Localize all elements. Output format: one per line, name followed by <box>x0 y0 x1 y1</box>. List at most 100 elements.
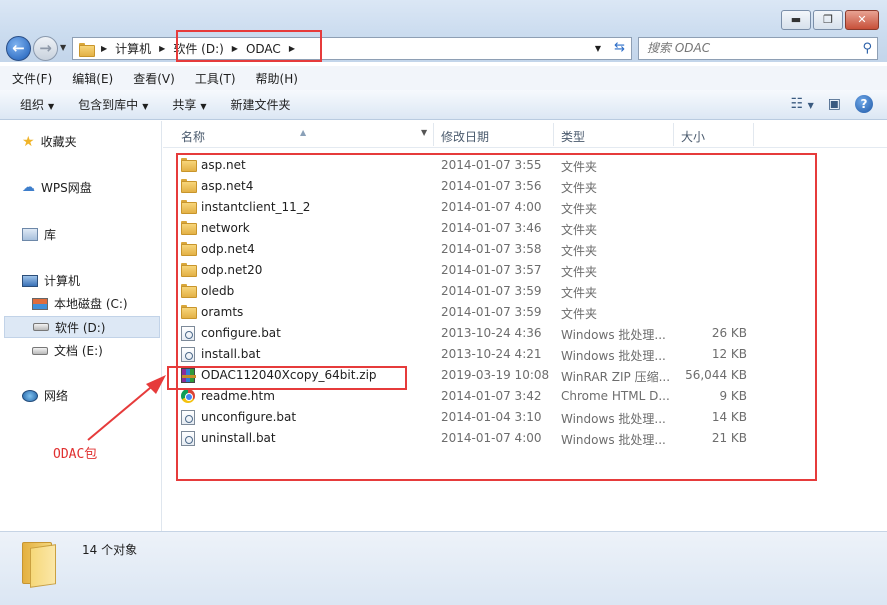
file-row[interactable]: asp.net 2014-01-07 3:55 文件夹 <box>163 155 887 176</box>
breadcrumb: ▶ 计算机 ▶ 软件 (D:) ▶ ODAC ▶ <box>101 40 295 57</box>
file-name: asp.net4 <box>201 179 254 193</box>
star-icon: ★ <box>22 133 35 150</box>
folder-icon <box>181 263 197 277</box>
view-options-icon[interactable]: ☷ ▼ <box>791 96 814 112</box>
file-date: 2014-01-07 3:55 <box>441 158 542 172</box>
menu-view[interactable]: 查看(V) <box>133 70 175 87</box>
file-type: Windows 批处理... <box>561 328 666 342</box>
folder-icon <box>181 179 197 193</box>
column-divider[interactable] <box>673 123 674 146</box>
file-date: 2014-01-07 3:42 <box>441 389 542 403</box>
file-date: 2019-03-19 10:08 <box>441 368 550 382</box>
column-type[interactable]: 类型 <box>561 128 585 145</box>
nav-wps-cloud[interactable]: ☁ WPS网盘 <box>22 179 92 196</box>
file-row[interactable]: oledb 2014-01-07 3:59 文件夹 <box>163 281 887 302</box>
file-row[interactable]: configure.bat 2013-10-24 4:36 Windows 批处理.… <box>163 323 887 344</box>
menu-edit[interactable]: 编辑(E) <box>72 70 113 87</box>
column-divider[interactable] <box>753 123 754 146</box>
nav-network[interactable]: 网络 <box>22 387 68 404</box>
back-button[interactable]: ← <box>6 36 31 61</box>
share-button[interactable]: 共享 ▼ <box>172 96 206 113</box>
column-filter-icon[interactable]: ▼ <box>421 128 427 137</box>
menu-help[interactable]: 帮助(H) <box>256 70 298 87</box>
column-name[interactable]: 名称 <box>181 128 205 145</box>
file-row[interactable]: unconfigure.bat 2014-01-04 3:10 Windows 批处… <box>163 407 887 428</box>
search-icon[interactable]: ⚲ <box>862 41 872 56</box>
file-name: odp.net20 <box>201 263 263 277</box>
annotation-label: ODAC包 <box>53 447 98 462</box>
network-icon <box>22 389 38 402</box>
file-type: 文件夹 <box>561 223 598 237</box>
nav-drive-e[interactable]: 文档 (E:) <box>32 342 103 359</box>
help-icon[interactable]: ? <box>855 95 873 113</box>
refresh-icon[interactable]: ⇆ <box>614 40 625 55</box>
chevron-right-icon[interactable]: ▶ <box>232 44 238 53</box>
file-name: oledb <box>201 284 235 298</box>
drive-icon <box>32 346 48 355</box>
column-date[interactable]: 修改日期 <box>441 128 489 145</box>
file-type: Windows 批处理... <box>561 433 666 447</box>
file-row[interactable]: odp.net4 2014-01-07 3:58 文件夹 <box>163 239 887 260</box>
sort-ascending-icon: ▲ <box>300 128 307 137</box>
file-row[interactable]: instantclient_11_2 2014-01-07 4:00 文件夹 <box>163 197 887 218</box>
column-size[interactable]: 大小 <box>681 128 705 145</box>
organize-button[interactable]: 组织 ▼ <box>20 96 54 113</box>
recent-pages-dropdown[interactable]: ▼ <box>60 43 66 52</box>
nav-drive-e-label: 文档 (E:) <box>54 344 103 358</box>
address-dropdown-icon[interactable]: ▼ <box>595 44 601 53</box>
file-size: 26 KB <box>711 326 747 340</box>
nav-drive-d[interactable]: 软件 (D:) <box>4 316 160 338</box>
file-row[interactable]: uninstall.bat 2014-01-07 4:00 Windows 批处理.… <box>163 428 887 449</box>
folder-icon <box>79 42 95 57</box>
file-size: 56,044 KB <box>685 368 747 382</box>
file-type: 文件夹 <box>561 307 598 321</box>
address-bar[interactable]: ▶ 计算机 ▶ 软件 (D:) ▶ ODAC ▶ ▼ ⇆ <box>72 37 632 60</box>
nav-favorites[interactable]: ★ 收藏夹 <box>22 133 77 150</box>
chevron-right-icon[interactable]: ▶ <box>101 44 107 53</box>
breadcrumb-computer[interactable]: 计算机 <box>115 40 151 57</box>
chevron-right-icon[interactable]: ▶ <box>289 44 295 53</box>
nav-favorites-label: 收藏夹 <box>40 135 77 149</box>
nav-computer[interactable]: 计算机 <box>22 272 80 289</box>
organize-label: 组织 <box>20 98 45 112</box>
maximize-button[interactable]: ❐ <box>813 10 843 30</box>
column-divider[interactable] <box>433 123 434 146</box>
nav-library[interactable]: 库 <box>22 226 56 243</box>
nav-network-label: 网络 <box>44 389 69 403</box>
breadcrumb-drive-d[interactable]: 软件 (D:) <box>173 40 223 57</box>
file-row[interactable]: network 2014-01-07 3:46 文件夹 <box>163 218 887 239</box>
file-size: 9 KB <box>719 389 747 403</box>
close-button[interactable]: ✕ <box>845 10 879 30</box>
computer-icon <box>22 274 38 287</box>
menu-file[interactable]: 文件(F) <box>12 70 52 87</box>
file-row[interactable]: install.bat 2013-10-24 4:21 Windows 批处理...… <box>163 344 887 365</box>
cloud-icon: ☁ <box>22 180 35 195</box>
forward-button[interactable]: → <box>33 36 58 61</box>
file-type: 文件夹 <box>561 244 598 258</box>
file-row[interactable]: odp.net20 2014-01-07 3:57 文件夹 <box>163 260 887 281</box>
window-controls: ▬ ❐ ✕ <box>781 10 879 30</box>
file-name: asp.net <box>201 158 246 172</box>
nav-drive-c[interactable]: 本地磁盘 (C:) <box>32 295 128 312</box>
chevron-right-icon[interactable]: ▶ <box>159 44 165 53</box>
file-row[interactable]: ODAC112040Xcopy_64bit.zip 2019-03-19 10:0… <box>163 365 887 386</box>
minimize-button[interactable]: ▬ <box>781 10 811 30</box>
menu-tools[interactable]: 工具(T) <box>195 70 236 87</box>
file-size: 14 KB <box>711 410 747 424</box>
file-date: 2013-10-24 4:21 <box>441 347 542 361</box>
include-library-button[interactable]: 包含到库中 ▼ <box>78 96 148 113</box>
chrome-html-icon <box>181 389 195 403</box>
breadcrumb-odac[interactable]: ODAC <box>246 42 281 56</box>
file-row[interactable]: asp.net4 2014-01-07 3:56 文件夹 <box>163 176 887 197</box>
preview-pane-icon[interactable]: ▣ <box>828 96 841 112</box>
nav-wps-label: WPS网盘 <box>41 181 92 195</box>
column-divider[interactable] <box>553 123 554 146</box>
new-folder-button[interactable]: 新建文件夹 <box>231 96 291 113</box>
file-row[interactable]: readme.htm 2014-01-07 3:42 Chrome HTML D..… <box>163 386 887 407</box>
file-type: 文件夹 <box>561 265 598 279</box>
file-type: 文件夹 <box>561 160 598 174</box>
file-type: Windows 批处理... <box>561 349 666 363</box>
search-input[interactable] <box>647 38 857 58</box>
file-row[interactable]: oramts 2014-01-07 3:59 文件夹 <box>163 302 887 323</box>
file-name: configure.bat <box>201 326 281 340</box>
